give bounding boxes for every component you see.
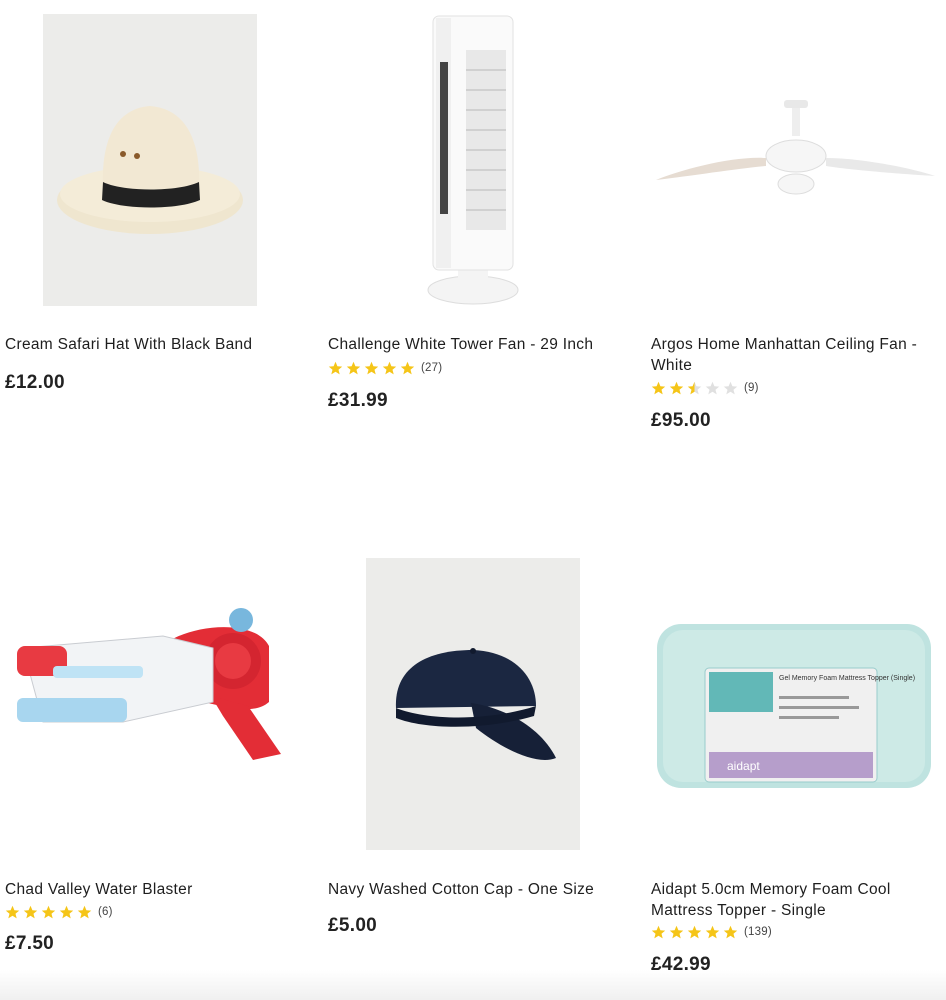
product-price: £95.00 [651, 410, 711, 431]
review-count: (6) [98, 906, 113, 918]
review-count: (27) [421, 362, 443, 374]
star-filled-icon [669, 381, 684, 394]
star-empty-icon [705, 381, 720, 394]
star-filled-icon [400, 361, 415, 374]
package-brand: aidapt [727, 759, 760, 773]
star-filled-icon [346, 361, 361, 374]
product-image-navy-cap[interactable] [366, 558, 580, 850]
product-image-ceiling-fan[interactable] [651, 80, 941, 210]
product-image-tower-fan[interactable] [366, 10, 580, 310]
star-filled-icon [23, 905, 38, 918]
star-filled-icon [5, 905, 20, 918]
product-title[interactable]: Argos Home Manhattan Ceiling Fan - White [651, 334, 941, 376]
star-filled-icon [723, 925, 738, 938]
product-image-mattress-topper[interactable]: Gel Memory Foam Mattress Topper (Single)… [657, 616, 941, 792]
product-price: £12.00 [5, 372, 65, 393]
package-heading: Gel Memory Foam Mattress Topper (Single) [779, 675, 915, 682]
product-title[interactable]: Cream Safari Hat With Black Band [5, 334, 295, 355]
product-title[interactable]: Aidapt 5.0cm Memory Foam Cool Mattress T… [651, 879, 941, 921]
product-image-water-blaster[interactable] [13, 606, 295, 766]
review-count: (139) [744, 926, 772, 938]
product-title[interactable]: Navy Washed Cotton Cap - One Size [328, 879, 618, 900]
star-filled-icon [705, 925, 720, 938]
star-filled-icon [364, 361, 379, 374]
rating-stars: (6) [5, 904, 113, 920]
star-half-icon [687, 381, 702, 394]
star-filled-icon [687, 925, 702, 938]
product-price: £5.00 [328, 915, 378, 936]
star-empty-icon [723, 381, 738, 394]
bottom-fade [0, 970, 946, 1000]
product-image-safari-hat[interactable] [43, 14, 257, 306]
star-filled-icon [382, 361, 397, 374]
star-filled-icon [669, 925, 684, 938]
star-filled-icon [328, 361, 343, 374]
star-filled-icon [651, 381, 666, 394]
star-filled-icon [77, 905, 92, 918]
product-title[interactable]: Chad Valley Water Blaster [5, 879, 295, 900]
rating-stars: (139) [651, 924, 772, 940]
product-title[interactable]: Challenge White Tower Fan - 29 Inch [328, 334, 618, 355]
product-price: £31.99 [328, 390, 388, 411]
review-count: (9) [744, 382, 759, 394]
star-filled-icon [651, 925, 666, 938]
rating-stars: (9) [651, 380, 759, 396]
star-filled-icon [59, 905, 74, 918]
star-filled-icon [41, 905, 56, 918]
rating-stars: (27) [328, 360, 442, 376]
product-price: £7.50 [5, 933, 55, 954]
